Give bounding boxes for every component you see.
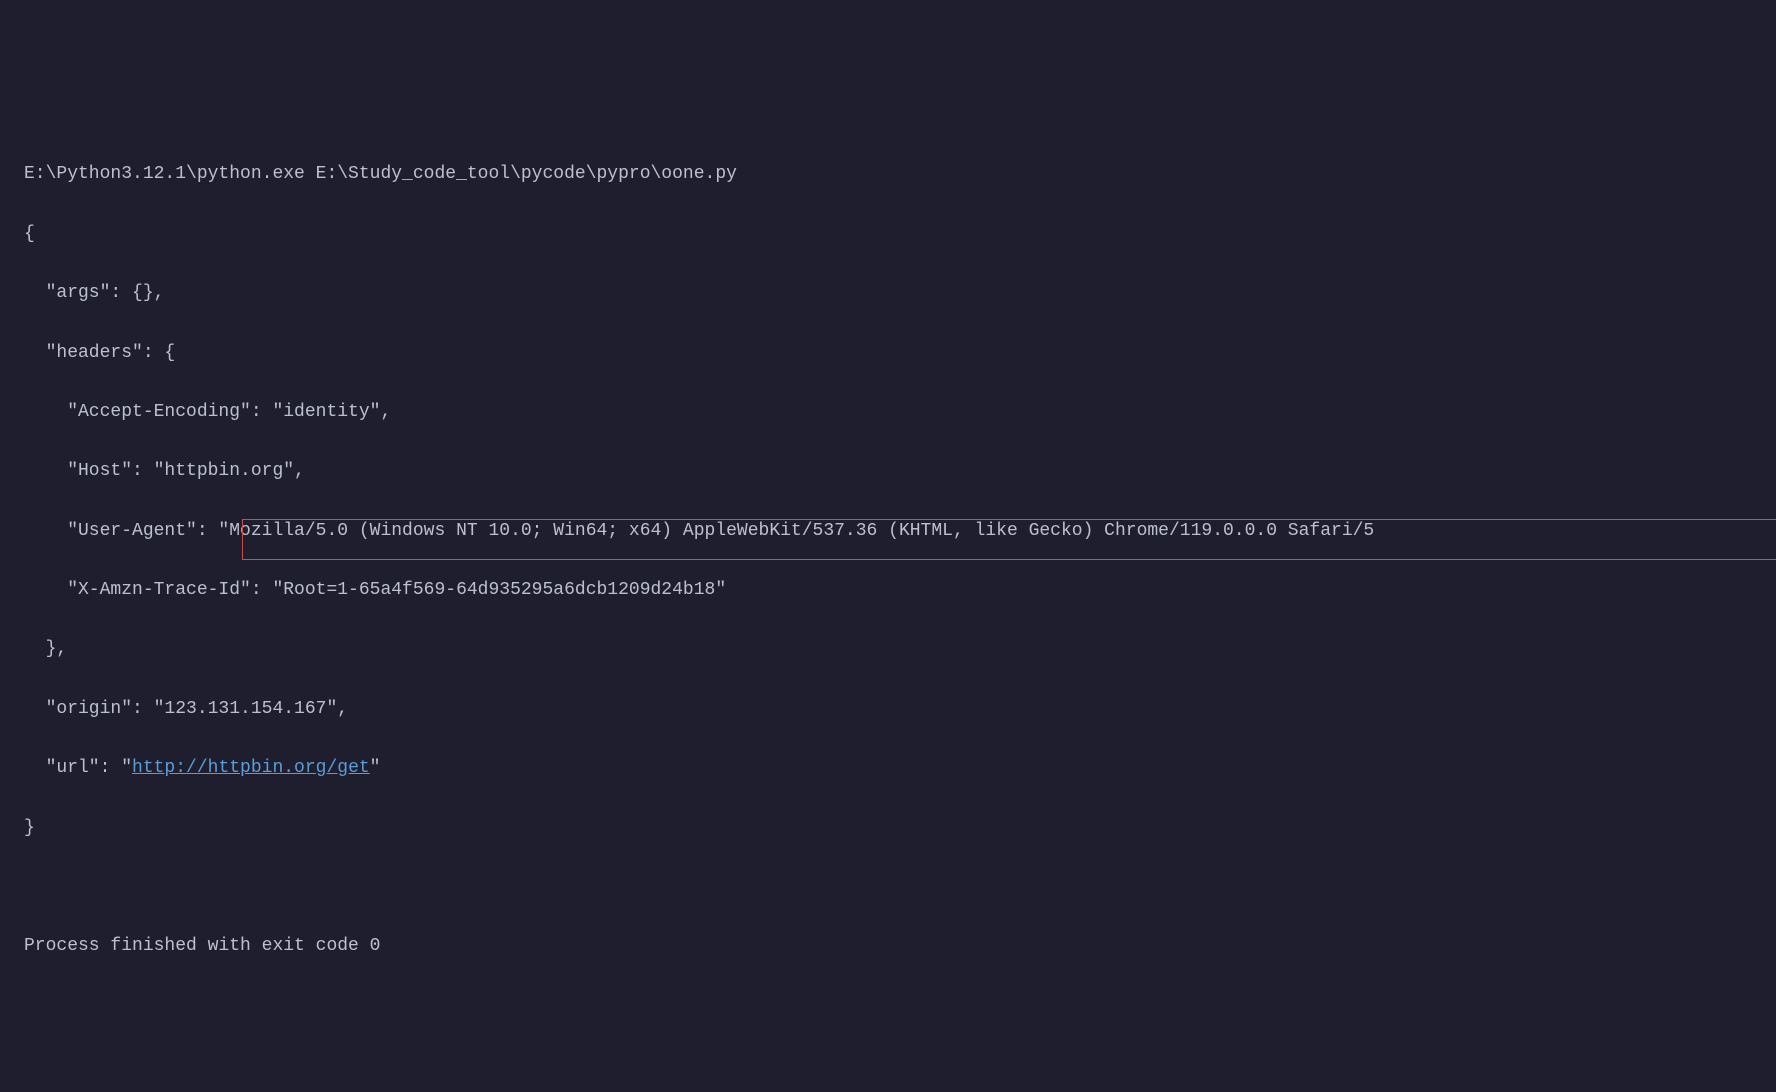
json-origin: "origin": "123.131.154.167", bbox=[24, 695, 1752, 725]
json-close-brace: } bbox=[24, 814, 1752, 844]
json-args: "args": {}, bbox=[24, 279, 1752, 309]
url-link[interactable]: http://httpbin.org/get bbox=[132, 758, 370, 778]
command-line: E:\Python3.12.1\python.exe E:\Study_code… bbox=[24, 160, 1752, 190]
console-output: E:\Python3.12.1\python.exe E:\Study_code… bbox=[24, 131, 1752, 992]
json-accept-encoding: "Accept-Encoding": "identity", bbox=[24, 398, 1752, 428]
json-url: "url": "http://httpbin.org/get" bbox=[24, 754, 1752, 784]
url-prefix: "url": " bbox=[24, 758, 132, 778]
json-open-brace: { bbox=[24, 220, 1752, 250]
json-headers-open: "headers": { bbox=[24, 339, 1752, 369]
json-trace-id: "X-Amzn-Trace-Id": "Root=1-65a4f569-64d9… bbox=[24, 576, 1752, 606]
exit-message: Process finished with exit code 0 bbox=[24, 932, 1752, 962]
json-user-agent: "User-Agent": "Mozilla/5.0 (Windows NT 1… bbox=[24, 517, 1752, 547]
url-suffix: " bbox=[370, 758, 381, 778]
json-headers-close: }, bbox=[24, 635, 1752, 665]
json-host: "Host": "httpbin.org", bbox=[24, 457, 1752, 487]
